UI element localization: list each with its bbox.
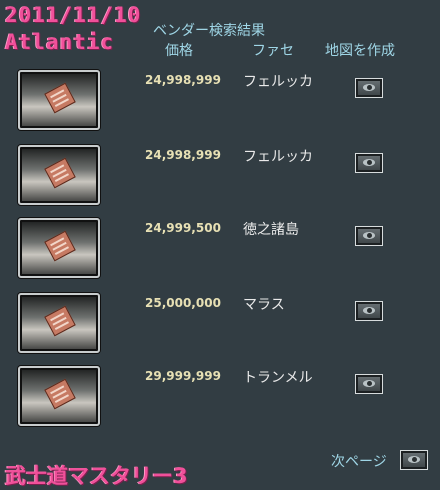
book-icon (44, 157, 76, 189)
eye-icon (408, 456, 420, 463)
book-icon (44, 82, 76, 114)
eye-icon (363, 380, 375, 387)
eye-icon (363, 84, 375, 91)
price-value: 24,998,999 (145, 148, 221, 162)
faction-value: トランメル (243, 370, 313, 386)
server-stamp: Atlantic (5, 30, 115, 54)
book-icon (44, 305, 76, 337)
price-value: 24,999,500 (145, 221, 221, 235)
book-icon (44, 378, 76, 410)
item-slot[interactable] (18, 70, 100, 130)
next-page-button[interactable] (400, 450, 428, 470)
map-button[interactable] (355, 301, 383, 321)
result-row: 24,998,999 フェルッカ (0, 145, 440, 217)
faction-value: マラス (243, 297, 285, 313)
column-header-price: 価格 (165, 43, 193, 59)
faction-value: フェルッカ (243, 74, 313, 90)
price-value: 24,998,999 (145, 73, 221, 87)
item-slot[interactable] (18, 145, 100, 205)
next-page-label: 次ページ (331, 454, 387, 470)
date-stamp: 2011/11/10 (5, 3, 142, 27)
column-header-map: 地図を作成 (325, 43, 395, 59)
result-row: 29,999,999 トランメル (0, 366, 440, 438)
result-row: 24,998,999 フェルッカ (0, 70, 440, 142)
item-slot[interactable] (18, 366, 100, 426)
faction-value: フェルッカ (243, 149, 313, 165)
column-header-faction: ファセ (252, 43, 294, 59)
faction-value: 徳之諸島 (243, 222, 299, 238)
map-button[interactable] (355, 78, 383, 98)
map-button[interactable] (355, 226, 383, 246)
map-button[interactable] (355, 153, 383, 173)
eye-icon (363, 159, 375, 166)
eye-icon (363, 307, 375, 314)
results-title: ベンダー検索結果 (153, 23, 265, 39)
price-value: 25,000,000 (145, 296, 221, 310)
result-row: 24,999,500 徳之諸島 (0, 218, 440, 290)
price-value: 29,999,999 (145, 369, 221, 383)
caption-stamp: 武士道マスタリー3 (5, 464, 188, 488)
book-icon (44, 230, 76, 262)
item-slot[interactable] (18, 218, 100, 278)
eye-icon (363, 232, 375, 239)
map-button[interactable] (355, 374, 383, 394)
result-row: 25,000,000 マラス (0, 293, 440, 365)
item-slot[interactable] (18, 293, 100, 353)
